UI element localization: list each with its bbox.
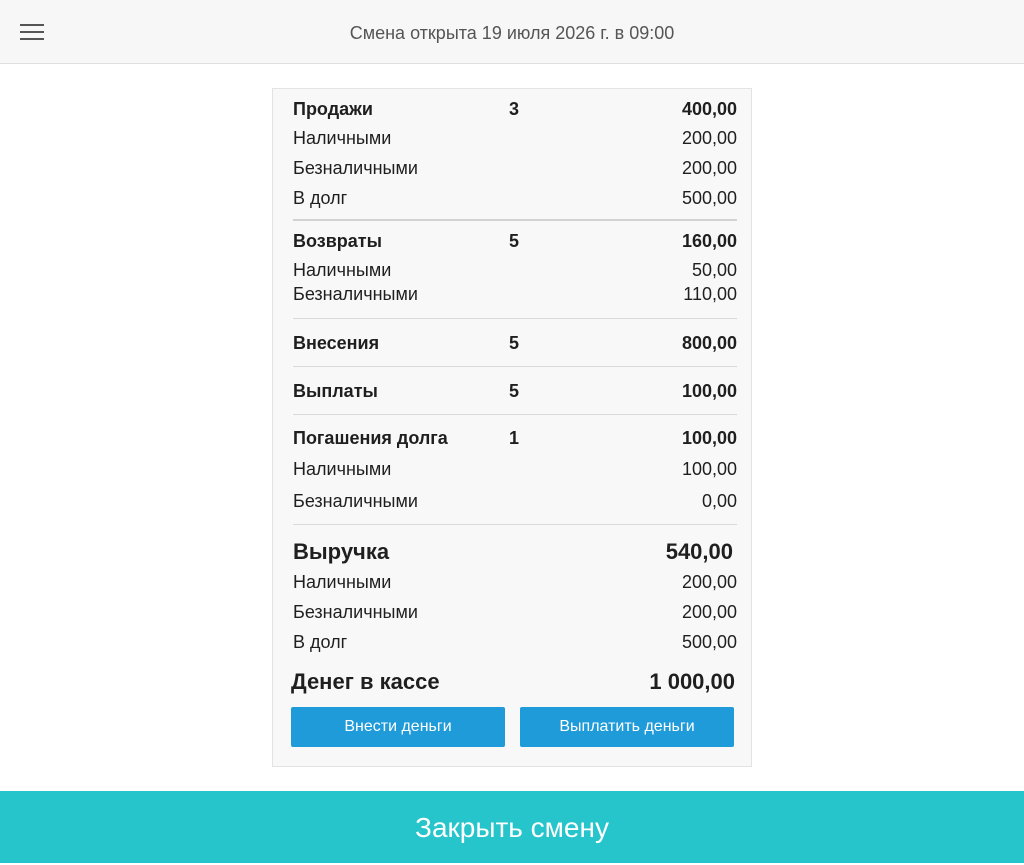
revenue-cash-label: Наличными [293, 572, 392, 592]
sales-cash-label: Наличными [293, 128, 392, 148]
deposits-count: 5 [509, 333, 520, 353]
revenue-card-row: Безналичными 200,00 [293, 602, 737, 632]
sales-card-label: Безналичными [293, 158, 418, 178]
debt-repayments-cash-value: 100,00 [681, 459, 737, 479]
top-bar: Смена открыта 19 июля 2026 г. в 09:00 [0, 0, 1024, 64]
debt-repayments-count: 1 [509, 428, 520, 448]
payout-money-button[interactable]: Выплатить деньги [520, 707, 734, 747]
debt-repayments-card-label: Безналичными [293, 491, 418, 511]
divider [293, 219, 737, 221]
returns-label: Возвраты [293, 231, 382, 251]
returns-count: 5 [509, 231, 520, 251]
debt-repayments-card-value: 0,00 [701, 491, 737, 511]
revenue-row: Выручка 540,00 [293, 539, 733, 569]
revenue-cash-row: Наличными 200,00 [293, 572, 737, 602]
debt-repayments-cash-row: Наличными 100,00 [293, 459, 737, 489]
deposit-money-button[interactable]: Внести деньги [291, 707, 505, 747]
returns-total: 160,00 [681, 231, 737, 251]
sales-label: Продажи [293, 99, 373, 119]
revenue-debt-row: В долг 500,00 [293, 632, 737, 662]
cash-in-register-total: 1 000,00 [649, 669, 735, 694]
returns-card-value: 110,00 [683, 284, 737, 304]
divider [293, 414, 737, 415]
divider [293, 366, 737, 367]
debt-repayments-label: Погашения долга [293, 428, 448, 448]
revenue-debt-value: 500,00 [681, 632, 737, 652]
returns-card-row: Безналичными 110,00 [293, 284, 737, 314]
deposits-total: 800,00 [681, 333, 737, 353]
revenue-total: 540,00 [665, 539, 733, 564]
revenue-cash-value: 200,00 [681, 572, 737, 592]
revenue-debt-label: В долг [293, 632, 348, 652]
sales-card-row: Безналичными 200,00 [293, 158, 737, 188]
sales-card-value: 200,00 [681, 158, 737, 178]
deposits-label: Внесения [293, 333, 380, 353]
close-shift-button[interactable]: Закрыть смену [0, 791, 1024, 863]
shift-status-title: Смена открыта 19 июля 2026 г. в 09:00 [349, 23, 675, 43]
revenue-label: Выручка [293, 539, 390, 564]
payouts-total: 100,00 [681, 381, 737, 401]
sales-debt-label: В долг [293, 188, 348, 208]
returns-card-label: Безналичными [293, 284, 418, 304]
returns-row: Возвраты 5 160,00 [293, 231, 737, 261]
returns-cash-value: 50,00 [691, 260, 737, 280]
sales-cash-value: 200,00 [681, 128, 737, 148]
cash-in-register-row: Денег в кассе 1 000,00 [291, 669, 735, 699]
deposits-row: Внесения 5 800,00 [293, 333, 737, 363]
debt-repayments-cash-label: Наличными [293, 459, 392, 479]
shift-report-card: Продажи 3 400,00 Наличными 200,00 Безнал… [272, 88, 752, 767]
payouts-row: Выплаты 5 100,00 [293, 381, 737, 411]
sales-debt-row: В долг 500,00 [293, 188, 737, 218]
sales-total: 400,00 [681, 99, 737, 119]
debt-repayments-card-row: Безналичными 0,00 [293, 491, 737, 521]
sales-debt-value: 500,00 [681, 188, 737, 208]
returns-cash-label: Наличными [293, 260, 392, 280]
sales-count: 3 [509, 99, 520, 119]
sales-row: Продажи 3 400,00 [293, 99, 737, 129]
divider [293, 524, 737, 525]
payouts-count: 5 [509, 381, 520, 401]
debt-repayments-total: 100,00 [681, 428, 737, 448]
revenue-card-value: 200,00 [681, 602, 737, 622]
payouts-label: Выплаты [293, 381, 378, 401]
divider [293, 318, 737, 319]
debt-repayments-row: Погашения долга 1 100,00 [293, 428, 737, 458]
cash-in-register-label: Денег в кассе [291, 669, 440, 694]
revenue-card-label: Безналичными [293, 602, 418, 622]
sales-cash-row: Наличными 200,00 [293, 128, 737, 158]
